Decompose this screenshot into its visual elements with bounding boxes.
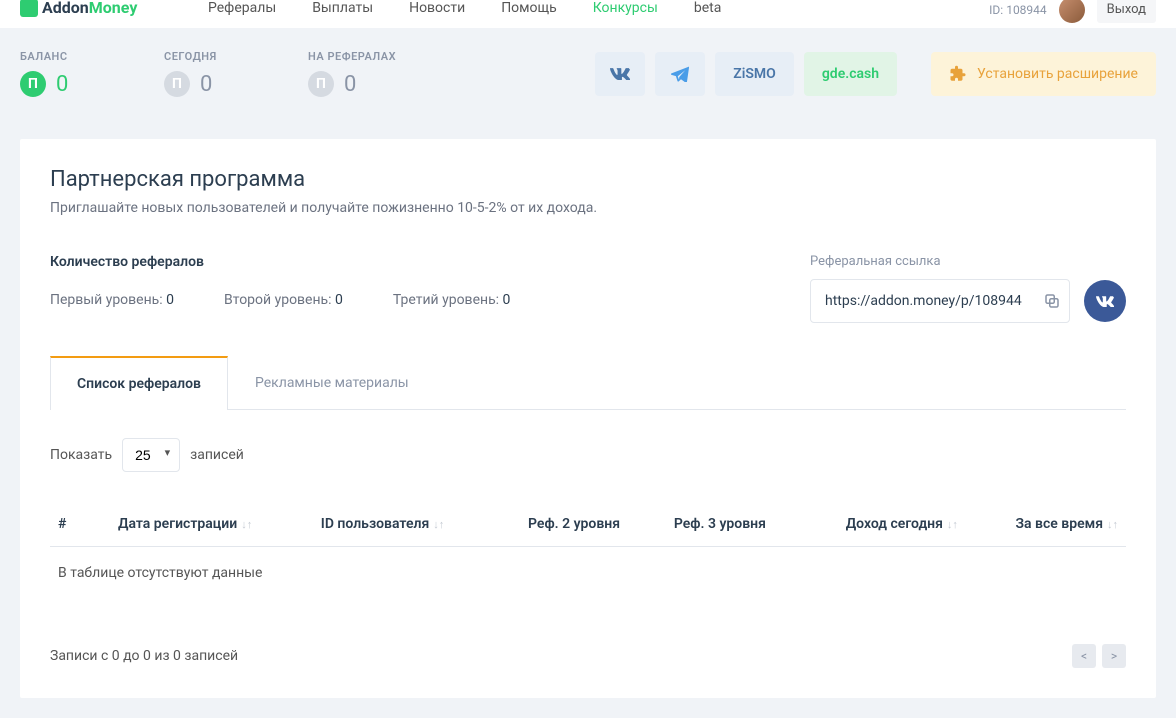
stat-today: СЕГОДНЯ П 0 [164, 50, 274, 97]
user-id-label: ID: 108944 [989, 3, 1047, 17]
referral-link-label: Реферальная ссылка [810, 254, 1126, 269]
sort-icon: ↓↑ [1107, 518, 1118, 531]
logo-icon [20, 0, 38, 17]
logo-text-1: Addon [42, 0, 89, 17]
col-reg-date[interactable]: Дата регистрации↓↑ [110, 502, 313, 547]
col-all-time[interactable]: За все время↓↑ [966, 502, 1126, 547]
sort-icon: ↓↑ [947, 518, 958, 531]
copy-icon[interactable] [1043, 292, 1061, 310]
nav-payouts[interactable]: Выплаты [294, 0, 391, 24]
referral-link-box: Реферальная ссылка https://addon.money/p… [810, 254, 1126, 323]
currency-badge-green: П [20, 71, 46, 97]
stat-balance: БАЛАНС П 0 [20, 50, 130, 97]
zismo-button[interactable]: ZiSMO [715, 52, 794, 96]
nav-beta[interactable]: beta [676, 0, 739, 24]
page-subtitle: Приглашайте новых пользователей и получа… [50, 200, 1126, 216]
stat-today-label: СЕГОДНЯ [164, 50, 274, 63]
referral-link-value: https://addon.money/p/108944 [825, 293, 1022, 309]
col-ref-l2[interactable]: Реф. 2 уровня [501, 502, 647, 547]
logo[interactable]: AddonMoney [20, 0, 137, 17]
currency-badge-grey: П [308, 71, 334, 97]
table-empty-message: В таблице отсутствуют данные [50, 547, 1126, 600]
referral-counts-title: Количество рефералов [50, 254, 510, 270]
header: AddonMoney Рефералы Выплаты Новости Помо… [0, 0, 1176, 28]
nav: Рефералы Выплаты Новости Помощь Конкурсы… [190, 0, 739, 24]
tab-promo-materials[interactable]: Рекламные материалы [228, 356, 436, 410]
nav-contests[interactable]: Конкурсы [575, 0, 676, 24]
stat-balance-label: БАЛАНС [20, 50, 130, 63]
stat-balance-value: 0 [56, 72, 68, 97]
col-today-income[interactable]: Доход сегодня↓↑ [793, 502, 966, 547]
tab-referral-list[interactable]: Список рефералов [50, 356, 228, 410]
install-extension-button[interactable]: Установить расширение [931, 52, 1156, 96]
page-title: Партнерская программа [50, 167, 1126, 192]
show-label: Показать [50, 447, 112, 463]
nav-help[interactable]: Помощь [483, 0, 575, 24]
currency-badge-grey: П [164, 71, 190, 97]
logo-text-2: Money [89, 0, 138, 17]
vk-icon [610, 68, 630, 80]
vk-share-button[interactable] [1084, 280, 1126, 322]
level3: Третий уровень: 0 [393, 292, 511, 308]
stat-referrals-value: 0 [344, 72, 356, 97]
nav-referrals[interactable]: Рефералы [190, 0, 294, 24]
col-user-id[interactable]: ID пользователя↓↑ [313, 502, 501, 547]
nav-news[interactable]: Новости [391, 0, 483, 24]
referral-section: Количество рефералов Первый уровень: 0 В… [50, 254, 1126, 323]
gdecash-button[interactable]: gde.cash [804, 52, 897, 96]
avatar[interactable] [1059, 0, 1085, 23]
vk-button[interactable] [595, 52, 645, 96]
pager-next[interactable]: > [1102, 644, 1126, 668]
stat-referrals-label: НА РЕФЕРАЛАХ [308, 50, 418, 63]
page-size-select[interactable]: 25 [122, 438, 180, 472]
referral-counts: Количество рефералов Первый уровень: 0 В… [50, 254, 510, 323]
table-controls: Показать 25 записей [50, 438, 1126, 472]
table-footer-info: Записи с 0 до 0 из 0 записей [50, 648, 238, 664]
stat-referrals: НА РЕФЕРАЛАХ П 0 [308, 50, 418, 97]
sort-icon: ↓↑ [433, 518, 444, 531]
install-extension-label: Установить расширение [977, 66, 1138, 82]
tabs: Список рефералов Рекламные материалы [50, 355, 1126, 410]
col-ref-l3[interactable]: Реф. 3 уровня [647, 502, 793, 547]
col-num[interactable]: # [50, 502, 110, 547]
stat-today-value: 0 [200, 72, 212, 97]
header-right: ID: 108944 Выход [989, 0, 1156, 23]
level2: Второй уровень: 0 [224, 292, 343, 308]
stats-bar: БАЛАНС П 0 СЕГОДНЯ П 0 НА РЕФЕРАЛАХ П 0 … [0, 28, 1176, 119]
referral-link-input[interactable]: https://addon.money/p/108944 [810, 279, 1070, 323]
pager-prev[interactable]: < [1072, 644, 1096, 668]
sort-icon: ↓↑ [241, 518, 252, 531]
referrals-table: # Дата регистрации↓↑ ID пользователя↓↑ Р… [50, 502, 1126, 600]
entries-label: записей [190, 447, 244, 463]
level1: Первый уровень: 0 [50, 292, 174, 308]
telegram-icon [671, 66, 689, 82]
social-buttons: ZiSMO gde.cash [595, 52, 897, 96]
pager: < > [1072, 644, 1126, 668]
table-footer: Записи с 0 до 0 из 0 записей < > [50, 644, 1126, 668]
telegram-button[interactable] [655, 52, 705, 96]
puzzle-icon [949, 65, 967, 83]
logout-button[interactable]: Выход [1097, 0, 1156, 23]
vk-icon [1096, 296, 1114, 307]
main-card: Партнерская программа Приглашайте новых … [20, 139, 1156, 698]
